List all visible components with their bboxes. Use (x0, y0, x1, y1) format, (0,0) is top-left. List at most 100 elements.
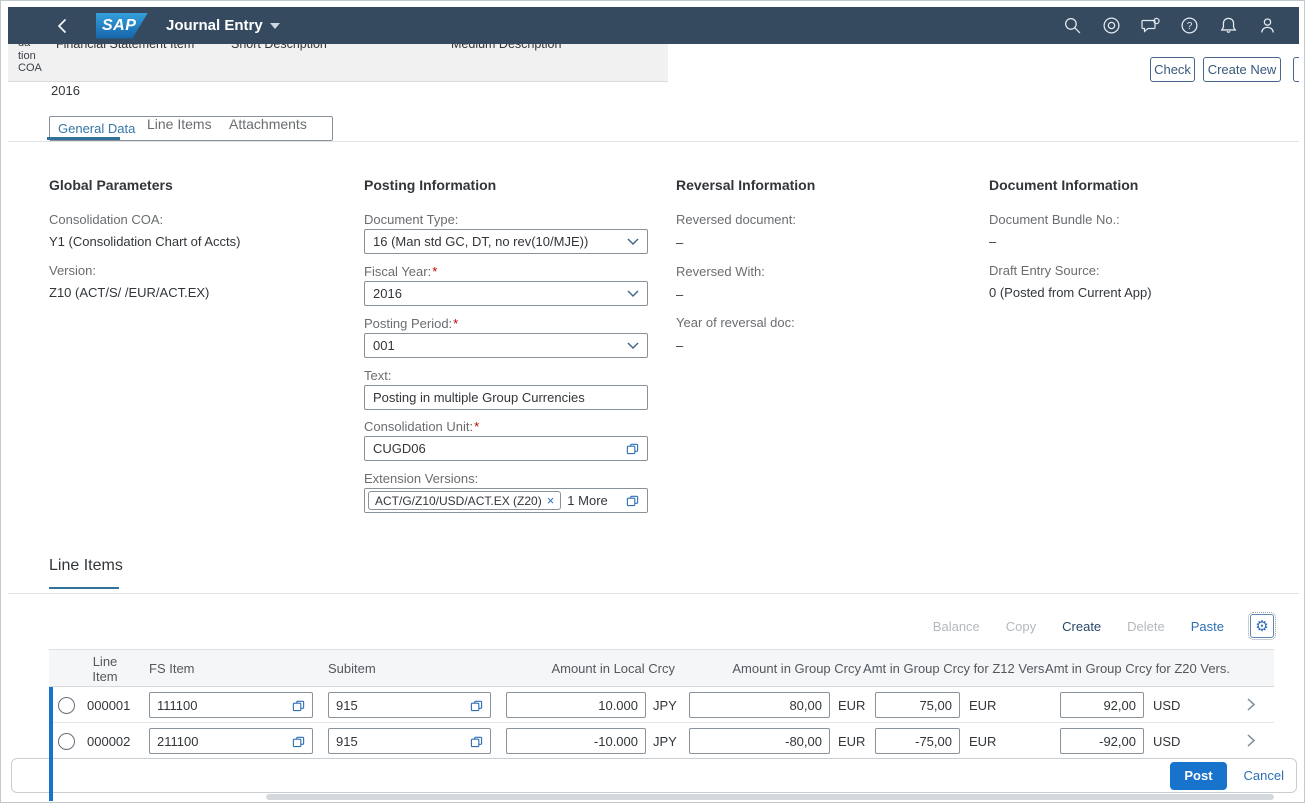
year-of-reversal-label: Year of reversal doc: (676, 315, 795, 330)
row-selection-stripe (49, 687, 53, 801)
z20-currency: USD (1153, 734, 1180, 749)
posting-period-label: Posting Period:* (364, 316, 458, 331)
search-icon[interactable] (1063, 16, 1082, 35)
extension-versions-field[interactable]: ACT/G/Z10/USD/ACT.EX (Z20) × 1 More (364, 488, 648, 513)
copilot-icon[interactable] (1102, 16, 1121, 35)
remnant-col-medium-description: Medium Description (451, 44, 561, 51)
fs-item-field-wrap (149, 692, 313, 718)
posting-period-select[interactable]: 001 (364, 333, 648, 358)
value-help-icon[interactable] (470, 699, 483, 712)
section-divider (8, 593, 1299, 594)
row-select-radio[interactable] (58, 733, 75, 750)
bell-icon[interactable] (1219, 16, 1238, 35)
sap-logo[interactable]: SAP (96, 13, 148, 39)
group-amount-field[interactable] (697, 734, 822, 749)
posting-period-value: 001 (373, 338, 395, 353)
token-remove-icon[interactable]: × (547, 493, 555, 508)
local-amount-field-wrap (506, 692, 646, 718)
horizontal-scrollbar[interactable] (266, 794, 1274, 800)
shell-header: SAP Journal Entry ? (8, 7, 1299, 44)
group-amount-field[interactable] (697, 698, 822, 713)
local-amount-field[interactable] (514, 734, 638, 749)
extension-version-token[interactable]: ACT/G/Z10/USD/ACT.EX (Z20) × (368, 491, 561, 510)
app-title-menu[interactable]: Journal Entry (166, 17, 280, 34)
fiscal-year-label: Fiscal Year:* (364, 264, 437, 279)
document-type-value: 16 (Man std GC, DT, no rev(10/MJE)) (373, 234, 588, 249)
text-field[interactable] (373, 390, 639, 405)
svg-text:?: ? (1187, 21, 1193, 32)
col-amount-local: Amount in Local Crcy (479, 661, 675, 676)
group-currency: EUR (838, 698, 865, 713)
value-help-icon[interactable] (626, 442, 639, 455)
row-nav-chevron-icon[interactable] (1247, 698, 1255, 716)
z12-currency: EUR (969, 698, 996, 713)
value-help-icon[interactable] (292, 699, 305, 712)
balance-button[interactable]: Balance (933, 619, 980, 634)
copy-button[interactable]: Copy (1006, 619, 1036, 634)
consolidation-unit-field[interactable] (373, 441, 626, 456)
local-currency: JPY (653, 698, 677, 713)
document-bundle-label: Document Bundle No.: (989, 212, 1120, 227)
col-subitem: Subitem (328, 661, 376, 676)
paste-button[interactable]: Paste (1191, 619, 1224, 634)
local-amount-field[interactable] (514, 698, 638, 713)
shell-icon-bar: ? (1063, 16, 1299, 35)
delete-button[interactable]: Delete (1127, 619, 1165, 634)
z20-amount-field[interactable] (1068, 734, 1136, 749)
feedback-icon[interactable] (1141, 16, 1160, 35)
version-label: Version: (49, 263, 96, 278)
table-row[interactable]: 000002 JPY EUR EUR USD (49, 723, 1274, 759)
z12-amount-field[interactable] (883, 698, 952, 713)
create-button[interactable]: Create (1062, 619, 1101, 634)
row-select-radio[interactable] (58, 697, 75, 714)
token-label: ACT/G/Z10/USD/ACT.EX (Z20) (375, 494, 542, 508)
back-icon[interactable] (52, 16, 72, 36)
fs-item-field[interactable] (157, 698, 292, 713)
draft-entry-source-label: Draft Entry Source: (989, 263, 1100, 278)
z20-amount-field[interactable] (1068, 698, 1136, 713)
fiscal-year-value: 2016 (373, 286, 402, 301)
help-icon[interactable]: ? (1180, 16, 1199, 35)
z20-currency: USD (1153, 698, 1180, 713)
fs-item-field[interactable] (157, 734, 292, 749)
tab-divider (8, 141, 1299, 142)
tab-attachments[interactable]: Attachments (229, 116, 307, 132)
z12-amount-field-wrap (875, 692, 960, 718)
consolidation-coa-label: Consolidation COA: (49, 212, 163, 227)
create-new-button[interactable]: Create New (1203, 57, 1281, 82)
group-amount-field-wrap (689, 728, 830, 754)
tab-selected-underline (47, 137, 120, 140)
value-help-icon[interactable] (470, 735, 483, 748)
cancel-button[interactable]: Cancel (1244, 768, 1284, 783)
group-title-posting-information: Posting Information (364, 177, 496, 193)
document-type-select[interactable]: 16 (Man std GC, DT, no rev(10/MJE)) (364, 229, 648, 254)
table-settings-button[interactable]: ⚙ (1250, 614, 1274, 638)
tab-line-items[interactable]: Line Items (147, 116, 212, 132)
group-amount-field-wrap (689, 692, 830, 718)
subitem-field[interactable] (336, 734, 470, 749)
row-nav-chevron-icon[interactable] (1247, 734, 1255, 752)
z12-amount-field[interactable] (883, 734, 952, 749)
line-item-number: 000002 (87, 734, 130, 749)
group-title-document-information: Document Information (989, 177, 1138, 193)
value-help-icon[interactable] (292, 735, 305, 748)
subitem-field-wrap (328, 728, 491, 754)
reversed-with-value: – (676, 287, 683, 302)
value-help-icon[interactable] (626, 494, 639, 507)
post-button[interactable]: Post (1170, 762, 1226, 790)
tokens-more-indicator[interactable]: 1 More (567, 493, 607, 508)
popup-table-remnant: da tion COA Financial Statement Item Sho… (8, 44, 668, 82)
version-value: Z10 (ACT/S/ /EUR/ACT.EX) (49, 285, 209, 300)
check-button[interactable]: Check (1150, 57, 1195, 82)
document-bundle-value: – (989, 234, 996, 249)
app-title: Journal Entry (166, 17, 263, 34)
table-row[interactable]: 000001 JPY EUR EUR USD (49, 687, 1274, 723)
local-amount-field-wrap (506, 728, 646, 754)
footer-bar: Post Cancel (11, 758, 1297, 793)
subitem-field[interactable] (336, 698, 470, 713)
col-amount-z20: Amt in Group Crcy for Z20 Vers. (1029, 661, 1230, 676)
remnant-cell-2016: 2016 (51, 83, 80, 98)
person-icon[interactable] (1258, 16, 1277, 35)
app-window: SAP Journal Entry ? (0, 0, 1305, 803)
fiscal-year-select[interactable]: 2016 (364, 281, 648, 306)
